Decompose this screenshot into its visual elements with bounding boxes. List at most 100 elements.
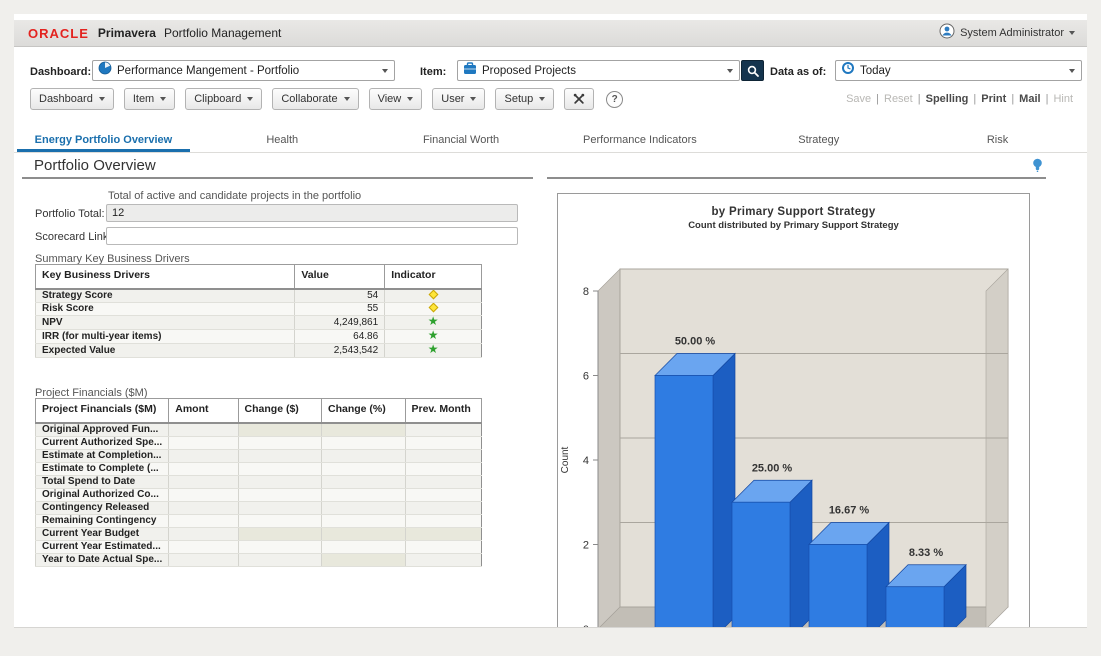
financial-value-cell — [405, 515, 482, 528]
menu-button-label: Clipboard — [194, 93, 241, 105]
driver-value-cell: 2,543,542 — [295, 344, 385, 358]
save-link: Save — [846, 93, 871, 105]
menu-button-item[interactable]: Item — [124, 88, 175, 110]
primavera-logo: Primavera — [98, 26, 156, 40]
tab-strategy[interactable]: Strategy — [729, 130, 908, 152]
chevron-down-icon — [727, 69, 733, 73]
financial-value-cell — [405, 528, 482, 541]
green-star-icon: ★ — [428, 344, 439, 357]
financial-value-cell — [169, 541, 238, 554]
search-button[interactable] — [741, 60, 764, 81]
tab-label: Performance Indicators — [565, 131, 715, 152]
financial-value-cell — [238, 541, 321, 554]
column-header: Value — [295, 265, 385, 290]
chart-bar[interactable] — [732, 480, 812, 628]
tab-risk[interactable]: Risk — [908, 130, 1087, 152]
link-separator: | — [1046, 93, 1049, 105]
fin-header-row: Project Financials ($M)AmontChange ($)Ch… — [36, 399, 482, 424]
financial-value-cell — [238, 450, 321, 463]
financial-value-cell — [322, 463, 405, 476]
financial-name-cell: Current Year Budget — [36, 528, 169, 541]
menu-button-view[interactable]: View — [369, 88, 423, 110]
financial-value-cell — [322, 450, 405, 463]
dashboard-pie-icon — [98, 61, 112, 80]
hint-lightbulb-icon[interactable] — [1032, 158, 1043, 178]
search-icon — [746, 64, 760, 78]
financial-value-cell — [169, 489, 238, 502]
table-row: NPV4,249,861★ — [36, 316, 482, 330]
financial-value-cell — [238, 489, 321, 502]
item-combobox[interactable]: Proposed Projects — [457, 60, 740, 81]
tab-bar: Energy Portfolio OverviewHealthFinancial… — [14, 130, 1087, 153]
menu-button-label: Dashboard — [39, 93, 93, 105]
chart-panel: by Primary Support Strategy Count distri… — [557, 193, 1030, 628]
driver-name-cell: Risk Score — [36, 303, 295, 316]
scorecard-link-input[interactable] — [106, 227, 518, 245]
tab-financial-worth[interactable]: Financial Worth — [372, 130, 551, 152]
spelling-link[interactable]: Spelling — [926, 93, 969, 105]
table-row: Estimate at Completion... — [36, 450, 482, 463]
column-header: Change ($) — [238, 399, 321, 424]
chevron-down-icon — [1069, 31, 1075, 35]
financial-value-cell — [322, 541, 405, 554]
tab-energy-portfolio-overview[interactable]: Energy Portfolio Overview — [14, 130, 193, 152]
menu-button-dashboard[interactable]: Dashboard — [30, 88, 114, 110]
link-separator: | — [876, 93, 879, 105]
chart-bar[interactable] — [809, 523, 889, 629]
link-separator: | — [918, 93, 921, 105]
financial-value-cell — [169, 554, 238, 567]
menu-button-collaborate[interactable]: Collaborate — [272, 88, 358, 110]
chart-bar[interactable] — [655, 354, 735, 629]
driver-value-cell: 4,249,861 — [295, 316, 385, 330]
portfolio-total-input[interactable] — [106, 204, 518, 222]
portfolio-total-caption: Total of active and candidate projects i… — [108, 190, 361, 202]
table-row: Current Authorized Spe... — [36, 437, 482, 450]
financial-value-cell — [322, 476, 405, 489]
menu-button-user[interactable]: User — [432, 88, 485, 110]
menu-button-setup[interactable]: Setup — [495, 88, 554, 110]
yellow-diamond-icon — [428, 290, 438, 300]
data-as-of-combobox[interactable]: Today — [835, 60, 1082, 81]
user-icon — [939, 23, 955, 44]
menu-button-clipboard[interactable]: Clipboard — [185, 88, 262, 110]
chevron-down-icon — [407, 97, 413, 101]
financial-value-cell — [322, 423, 405, 437]
financial-value-cell — [405, 450, 482, 463]
driver-value-cell: 54 — [295, 289, 385, 303]
financial-name-cell: Estimate to Complete (... — [36, 463, 169, 476]
print-link[interactable]: Print — [981, 93, 1006, 105]
table-row: Estimate to Complete (... — [36, 463, 482, 476]
chevron-down-icon — [539, 97, 545, 101]
column-header: Change (%) — [322, 399, 405, 424]
svg-text:0: 0 — [583, 624, 589, 628]
financial-value-cell — [238, 528, 321, 541]
financial-value-cell — [405, 554, 482, 567]
table-row: Current Year Estimated... — [36, 541, 482, 554]
menu-button-label: Collaborate — [281, 93, 337, 105]
financial-value-cell — [238, 554, 321, 567]
yellow-diamond-icon — [428, 303, 438, 313]
financial-value-cell — [238, 423, 321, 437]
chevron-down-icon — [247, 97, 253, 101]
page-title: Portfolio Overview — [34, 157, 156, 174]
table-row: Remaining Contingency — [36, 515, 482, 528]
menu-button-row: Dashboard Item Clipboard Collaborate View Use… — [30, 88, 623, 110]
driver-value-cell: 64.86 — [295, 330, 385, 344]
help-button[interactable]: ? — [606, 91, 623, 108]
right-panel-divider — [547, 177, 1046, 179]
svg-text:2: 2 — [583, 540, 589, 552]
mail-link[interactable]: Mail — [1019, 93, 1040, 105]
dashboard-combobox[interactable]: Performance Mangement - Portfolio — [92, 60, 395, 81]
tab-health[interactable]: Health — [193, 130, 372, 152]
tools-button[interactable] — [564, 88, 594, 110]
financial-value-cell — [322, 515, 405, 528]
green-star-icon: ★ — [428, 330, 439, 343]
tab-performance-indicators[interactable]: Performance Indicators — [550, 130, 729, 152]
financial-value-cell — [169, 437, 238, 450]
portfolio-total-label: Portfolio Total: — [35, 205, 105, 223]
user-name: System Administrator — [960, 27, 1064, 39]
financial-value-cell — [169, 450, 238, 463]
bar-percentage-label: 16.67 % — [829, 505, 870, 517]
scorecard-link-label: Scorecard Link: — [35, 228, 111, 246]
user-menu[interactable]: System Administrator — [939, 23, 1075, 44]
